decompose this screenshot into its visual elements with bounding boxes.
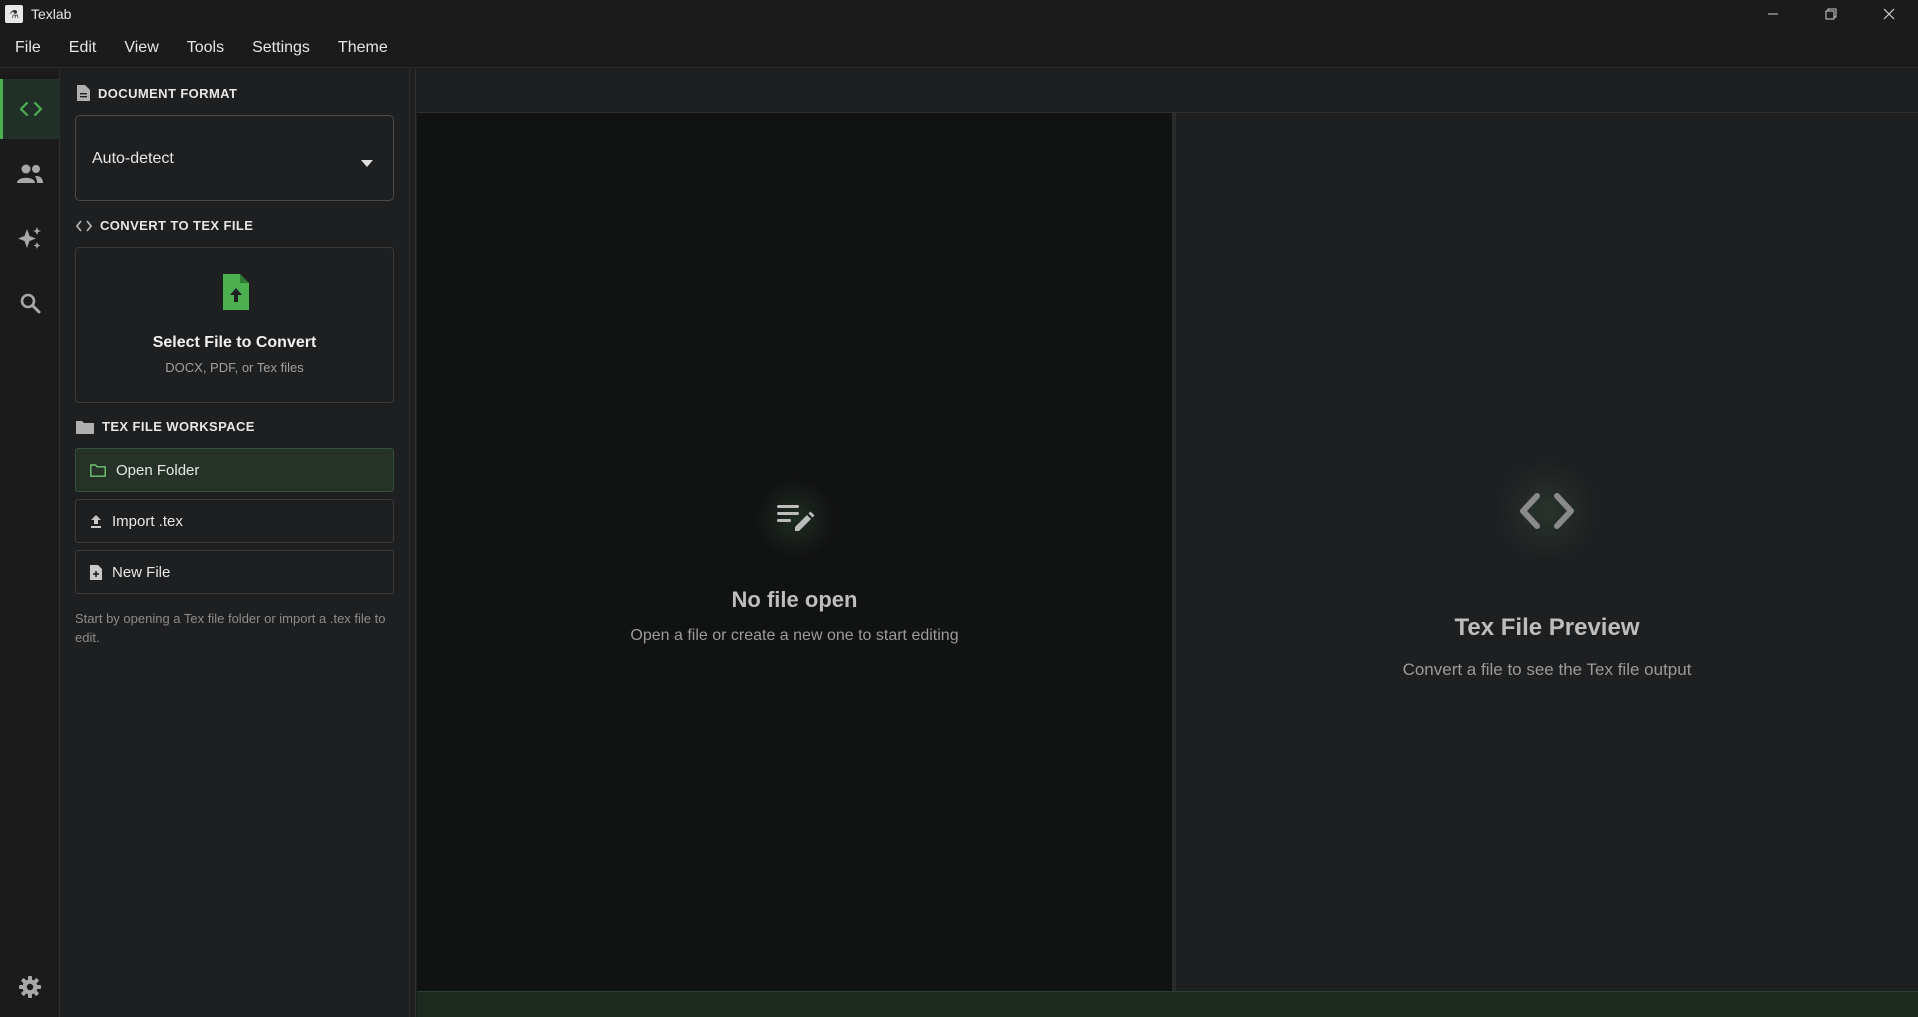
workspace-hint: Start by opening a Tex file folder or im… xyxy=(75,611,386,645)
activity-ai[interactable] xyxy=(0,209,59,269)
folder-icon xyxy=(76,420,94,434)
editor-empty-title: No file open xyxy=(731,587,858,612)
new-file-button[interactable]: New File xyxy=(75,550,394,594)
dropzone-title: Select File to Convert xyxy=(152,334,317,351)
app-logo-icon: ⚗ xyxy=(5,5,23,23)
preview-panel: Tex File Preview Convert a file to see t… xyxy=(1176,113,1918,991)
editor-panel[interactable]: No file open Open a file or create a new… xyxy=(417,113,1172,991)
status-bar xyxy=(417,991,1918,1017)
open-folder-label: Open Folder xyxy=(116,461,200,479)
import-tex-button[interactable]: Import .tex xyxy=(75,499,394,543)
folder-outline-icon xyxy=(90,463,106,477)
search-icon xyxy=(20,293,40,314)
menu-view[interactable]: View xyxy=(110,28,172,68)
new-file-icon xyxy=(90,564,102,580)
editor-empty-subtitle: Open a file or create a new one to start… xyxy=(630,627,959,644)
window-controls xyxy=(1744,0,1918,28)
menu-theme[interactable]: Theme xyxy=(324,28,402,68)
sidebar-panel: DOCUMENT FORMAT Auto-detect CONVERT TO T… xyxy=(61,69,410,1017)
convert-dropzone[interactable]: Select File to Convert DOCX, PDF, or Tex… xyxy=(75,247,394,403)
preview-empty-title: Tex File Preview xyxy=(1454,614,1640,641)
close-icon xyxy=(1883,8,1895,20)
minimize-button[interactable] xyxy=(1744,0,1802,28)
close-button[interactable] xyxy=(1860,0,1918,28)
workspace-heading: TEX FILE WORKSPACE xyxy=(76,419,255,434)
title-bar: ⚗ Texlab xyxy=(0,0,1918,28)
new-file-label: New File xyxy=(112,563,171,581)
settings-button[interactable] xyxy=(0,962,59,1012)
dropzone-subtitle: DOCX, PDF, or Tex files xyxy=(165,360,304,375)
menu-edit[interactable]: Edit xyxy=(55,28,111,68)
code-icon xyxy=(19,101,43,117)
users-icon xyxy=(16,164,43,183)
convert-heading: CONVERT TO TEX FILE xyxy=(76,218,253,233)
activity-bar xyxy=(0,69,60,1017)
document-format-heading-text: DOCUMENT FORMAT xyxy=(98,85,238,101)
code-icon xyxy=(76,219,92,232)
document-format-heading: DOCUMENT FORMAT xyxy=(76,85,237,101)
menu-settings[interactable]: Settings xyxy=(238,28,324,68)
document-format-select[interactable]: Auto-detect xyxy=(75,115,394,201)
activity-converter[interactable] xyxy=(0,79,59,139)
editor-tab-bar xyxy=(417,69,1918,113)
restore-icon xyxy=(1825,8,1837,20)
preview-code-icon xyxy=(1497,461,1597,561)
document-icon xyxy=(76,85,90,101)
menu-bar: File Edit View Tools Settings Theme xyxy=(0,28,1918,68)
caret-down-icon xyxy=(361,154,373,172)
upload-icon xyxy=(90,514,102,528)
sparkles-icon xyxy=(17,227,41,249)
menu-file[interactable]: File xyxy=(0,28,55,68)
document-format-selected-value: Auto-detect xyxy=(92,150,174,167)
preview-empty-subtitle: Convert a file to see the Tex file outpu… xyxy=(1402,660,1692,679)
gear-icon xyxy=(18,976,41,998)
activity-collaborators[interactable] xyxy=(0,144,59,204)
activity-search[interactable] xyxy=(0,273,59,333)
minimize-icon xyxy=(1768,13,1778,15)
open-folder-button[interactable]: Open Folder xyxy=(75,448,394,492)
edit-note-icon xyxy=(753,477,837,561)
file-upload-icon xyxy=(221,274,249,315)
sidebar-resize-handle[interactable] xyxy=(410,69,416,1017)
convert-heading-text: CONVERT TO TEX FILE xyxy=(100,218,254,233)
window-title: Texlab xyxy=(31,6,72,22)
menu-tools[interactable]: Tools xyxy=(173,28,238,68)
workspace-heading-text: TEX FILE WORKSPACE xyxy=(102,419,255,434)
restore-button[interactable] xyxy=(1802,0,1860,28)
import-tex-label: Import .tex xyxy=(112,512,183,530)
